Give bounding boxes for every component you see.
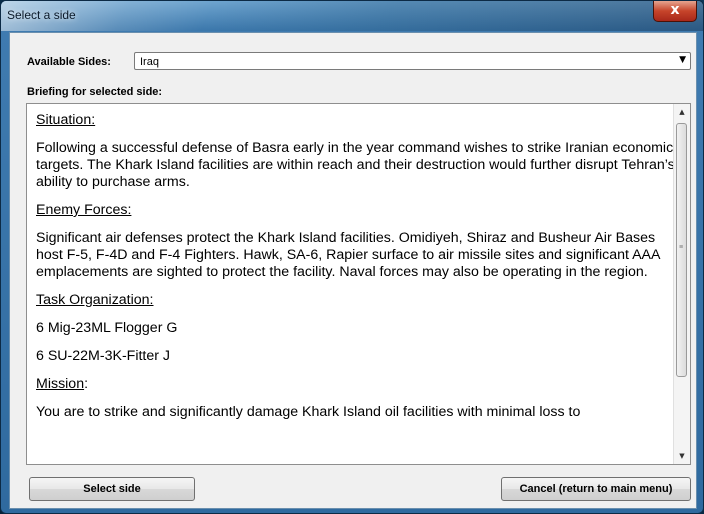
situation-heading: Situation: xyxy=(36,112,96,128)
mission-text: You are to strike and significantly dama… xyxy=(36,404,581,420)
task-item: 6 SU-22M-3K-Fitter J xyxy=(36,348,171,364)
vertical-scrollbar[interactable]: ▲ ≡ ▼ xyxy=(673,104,690,464)
briefing-content: Situation: Following a successful defens… xyxy=(36,112,676,432)
mission-heading: Mission xyxy=(36,376,85,392)
task-item: 6 Mig-23ML Flogger G xyxy=(36,320,178,336)
briefing-label: Briefing for selected side: xyxy=(27,86,163,98)
available-sides-dropdown[interactable]: Iraq ▼ xyxy=(134,52,691,70)
select-side-button[interactable]: Select side xyxy=(29,477,195,501)
selected-side-value: Iraq xyxy=(140,56,159,68)
enemy-forces-heading: Enemy Forces: xyxy=(36,202,132,218)
select-side-dialog: Select a side x Available Sides: Iraq ▼ … xyxy=(0,0,704,514)
cancel-button[interactable]: Cancel (return to main menu) xyxy=(501,477,691,501)
scroll-up-icon[interactable]: ▲ xyxy=(674,104,690,120)
scroll-down-icon[interactable]: ▼ xyxy=(674,448,690,464)
available-sides-label: Available Sides: xyxy=(27,56,111,68)
dialog-body: Available Sides: Iraq ▼ Briefing for sel… xyxy=(9,32,697,509)
chevron-down-icon[interactable]: ▼ xyxy=(679,55,686,65)
grip-icon: ≡ xyxy=(679,244,684,251)
close-icon: x xyxy=(670,2,680,18)
scrollbar-thumb[interactable]: ≡ xyxy=(676,123,687,377)
window-title: Select a side xyxy=(7,8,76,22)
mission-heading-colon: : xyxy=(84,376,89,392)
enemy-forces-text: Significant air defenses protect the Kha… xyxy=(36,230,660,280)
title-bar[interactable]: Select a side x xyxy=(1,1,703,31)
briefing-text-area[interactable]: Situation: Following a successful defens… xyxy=(26,103,691,465)
situation-text: Following a successful defense of Basra … xyxy=(36,140,675,190)
task-organization-heading: Task Organization: xyxy=(36,292,154,308)
close-button[interactable]: x xyxy=(653,1,697,22)
